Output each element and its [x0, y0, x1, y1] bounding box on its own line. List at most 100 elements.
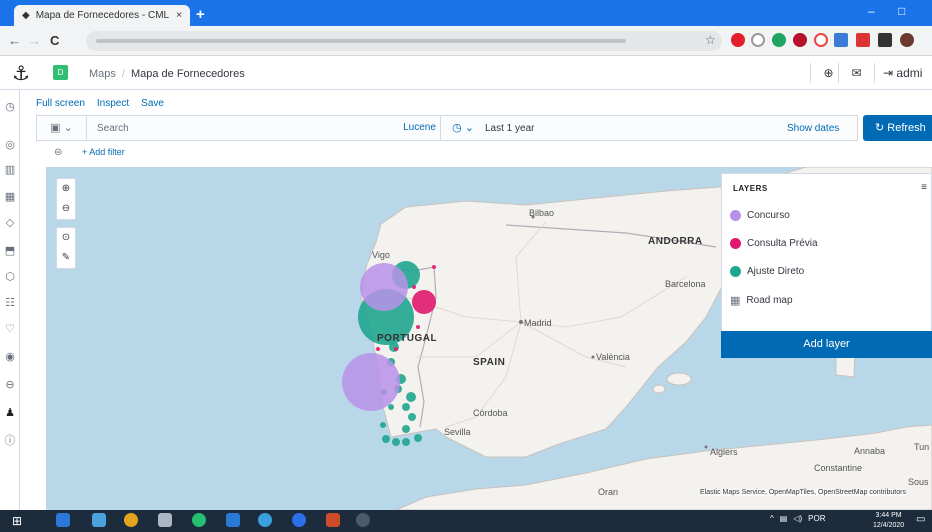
- space-avatar[interactable]: D: [53, 65, 68, 80]
- place-label-tunis: Tun: [914, 442, 930, 452]
- layers-menu-icon[interactable]: ≡: [921, 182, 927, 193]
- place-label-barcelona: Barcelona: [665, 279, 706, 289]
- taskbar-app-icon[interactable]: [92, 513, 106, 527]
- extension-chart-icon[interactable]: [834, 33, 848, 47]
- user-menu[interactable]: ⇥ admi: [874, 63, 932, 83]
- full-screen-link[interactable]: Full screen: [36, 98, 85, 109]
- ml-icon[interactable]: ⬡: [0, 270, 20, 283]
- extension-green-icon[interactable]: [772, 33, 786, 47]
- maximize-button[interactable]: □: [898, 4, 905, 18]
- place-label-cordoba: Córdoba: [473, 408, 508, 418]
- apm-icon[interactable]: ♡: [0, 322, 20, 335]
- breadcrumb-maps[interactable]: Maps: [89, 68, 116, 80]
- mail-icon[interactable]: ✉: [838, 63, 874, 83]
- extension-pocket-icon[interactable]: [751, 33, 765, 47]
- address-bar[interactable]: [86, 31, 722, 51]
- taskbar-app-icon[interactable]: [158, 513, 172, 527]
- taskbar-app-icon[interactable]: [56, 513, 70, 527]
- save-link[interactable]: Save: [141, 98, 164, 109]
- recent-icon[interactable]: ◷: [0, 100, 20, 113]
- tab-favicon-icon: ◆: [22, 10, 30, 21]
- zoom-in-icon[interactable]: ⊕: [57, 179, 75, 199]
- canvas-icon[interactable]: ◇: [0, 216, 20, 229]
- circle-icon: [730, 238, 741, 249]
- windows-start-icon[interactable]: ⊞: [12, 514, 22, 528]
- taskbar-clock[interactable]: 3:44 PM 12/4/2020: [873, 511, 904, 531]
- extension-shield-icon[interactable]: [793, 33, 807, 47]
- uptime-icon[interactable]: ◉: [0, 350, 20, 363]
- taskbar-app-icon[interactable]: [356, 513, 370, 527]
- new-tab-button[interactable]: +: [196, 6, 205, 23]
- layer-item-concurso[interactable]: Concurso: [730, 210, 790, 221]
- map-attribution[interactable]: Elastic Maps Service, OpenMapTiles, Open…: [700, 489, 906, 496]
- place-label-constantine: Constantine: [814, 463, 863, 473]
- notifications-icon[interactable]: ▭: [916, 514, 925, 525]
- place-label-andorra: ANDORRA: [648, 236, 703, 247]
- layer-label: Ajuste Direto: [747, 266, 805, 277]
- place-label-sevilla: Sevilla: [444, 427, 471, 437]
- dev-tools-icon[interactable]: ♟: [0, 406, 20, 419]
- tab-close-icon[interactable]: ×: [176, 10, 182, 21]
- layer-item-road-map[interactable]: ▦ Road map: [730, 294, 793, 307]
- circle-icon: [730, 266, 741, 277]
- dashboard-icon[interactable]: ▦: [0, 190, 20, 203]
- taskbar-powerpoint-icon[interactable]: [326, 513, 340, 527]
- search-input[interactable]: [87, 116, 399, 140]
- network-icon[interactable]: ▤: [780, 514, 788, 523]
- clock-time: 3:44 PM: [875, 512, 902, 519]
- layer-item-ajuste-direto[interactable]: Ajuste Direto: [730, 266, 804, 277]
- management-icon[interactable]: ⓘ: [0, 432, 20, 448]
- taskbar-whatsapp-icon[interactable]: [192, 513, 206, 527]
- show-dates-button[interactable]: Show dates: [787, 123, 857, 134]
- zoom-out-icon[interactable]: ⊖: [57, 199, 75, 219]
- reload-button[interactable]: C: [50, 33, 59, 48]
- refresh-button[interactable]: ↻ Refresh: [863, 115, 932, 141]
- place-label-bilbao: Bilbao: [529, 208, 555, 218]
- place-label-spain: SPAIN: [473, 357, 506, 368]
- time-range-label[interactable]: Last 1 year: [485, 123, 787, 134]
- forward-button[interactable]: →: [28, 33, 41, 48]
- visualize-icon[interactable]: ▥: [0, 163, 20, 176]
- discover-icon[interactable]: ◎: [0, 138, 20, 151]
- extension-record-icon[interactable]: [814, 33, 828, 47]
- place-label-oran: Oran: [598, 487, 619, 497]
- infrastructure-icon[interactable]: ☷: [0, 296, 20, 309]
- add-filter-button[interactable]: + Add filter: [82, 147, 125, 157]
- maps-icon[interactable]: ⬒: [0, 244, 20, 257]
- extension-new-icon[interactable]: [856, 33, 870, 47]
- browser-tab[interactable]: ◆ Mapa de Fornecedores - CML A ×: [14, 5, 190, 26]
- language-indicator[interactable]: POR: [808, 514, 825, 523]
- layer-item-consulta-previa[interactable]: Consulta Prévia: [730, 238, 818, 249]
- bookmark-star-icon[interactable]: ☆: [705, 33, 716, 47]
- taskbar-app-icon[interactable]: [292, 513, 306, 527]
- filter-options-icon[interactable]: ⊜: [54, 147, 62, 158]
- back-button[interactable]: ←: [8, 33, 21, 48]
- breadcrumb: Maps / Mapa de Fornecedores: [89, 68, 245, 80]
- volume-icon[interactable]: ◁): [793, 514, 802, 523]
- refresh-icon: ↻: [875, 122, 888, 134]
- query-language-button[interactable]: Lucene: [399, 116, 441, 140]
- add-layer-button[interactable]: Add layer: [721, 331, 932, 358]
- place-label-madrid: Madrid: [524, 318, 552, 328]
- anchor-logo-icon[interactable]: ⚓: [12, 61, 30, 86]
- profile-avatar[interactable]: [900, 33, 914, 47]
- map-tools: ⊙ ✎: [56, 227, 76, 269]
- minimize-button[interactable]: –: [868, 4, 875, 18]
- extensions-puzzle-icon[interactable]: [878, 33, 892, 47]
- layer-label: Concurso: [747, 210, 790, 221]
- breadcrumb-separator: /: [121, 68, 125, 80]
- taskbar-app-icon[interactable]: [258, 513, 272, 527]
- fit-to-data-icon[interactable]: ⊙: [57, 228, 75, 248]
- query-bar: ▣ ⌄ Lucene ◷ ⌄ Last 1 year Show dates: [36, 115, 858, 141]
- siem-icon[interactable]: ⊖: [0, 378, 20, 391]
- logout-icon: ⇥: [883, 66, 897, 80]
- tray-expand-icon[interactable]: ^: [770, 514, 774, 523]
- inspect-link[interactable]: Inspect: [97, 98, 129, 109]
- taskbar-chrome-icon[interactable]: [124, 513, 138, 527]
- saved-query-menu-button[interactable]: ▣ ⌄: [37, 116, 87, 140]
- extension-opera-icon[interactable]: [731, 33, 745, 47]
- draw-tool-icon[interactable]: ✎: [57, 248, 75, 268]
- taskbar-outlook-icon[interactable]: [226, 513, 240, 527]
- quick-date-menu-button[interactable]: ◷ ⌄: [441, 116, 485, 140]
- layers-panel: LAYERS ≡ Concurso Consulta Prévia Ajuste…: [721, 173, 932, 355]
